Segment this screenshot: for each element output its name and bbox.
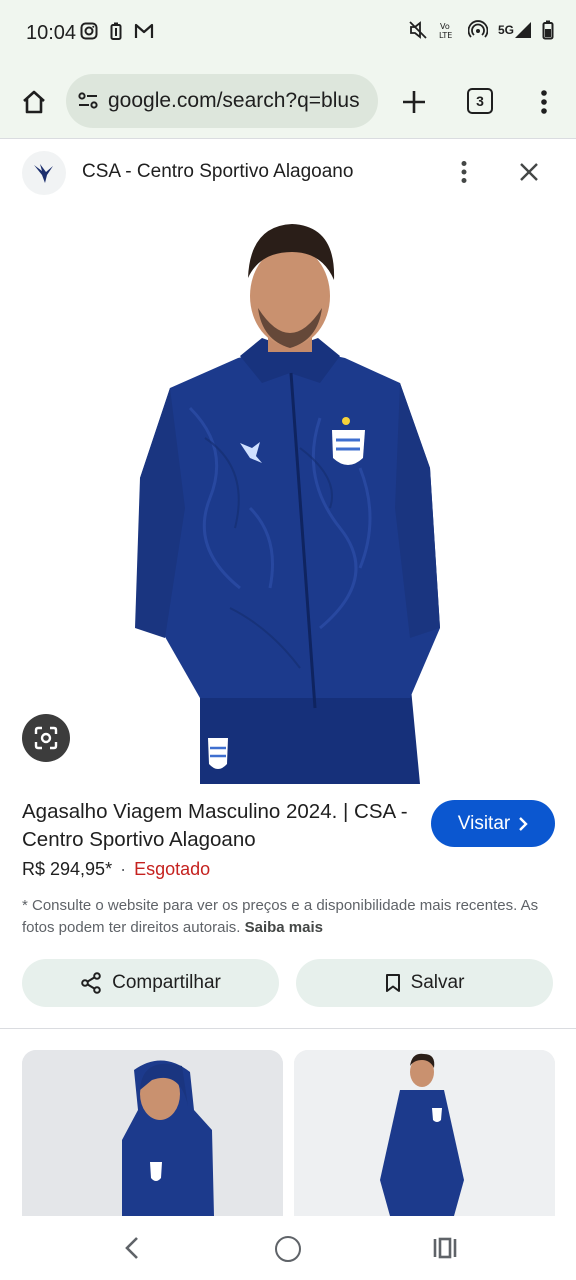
disclaimer: * Consulte o website para ver os preços … <box>22 895 542 939</box>
site-logo <box>22 151 66 195</box>
site-header: CSA - Centro Sportivo Alagoano <box>0 139 576 205</box>
url-text: google.com/search?q=blus <box>108 89 360 112</box>
lens-icon <box>34 726 58 750</box>
signal-icon: 5G <box>498 21 532 39</box>
svg-text:LTE: LTE <box>439 31 452 40</box>
more-vert-icon <box>461 161 467 183</box>
chevron-right-icon <box>519 816 528 831</box>
close-button[interactable] <box>514 157 544 187</box>
system-nav-bar <box>0 1216 576 1280</box>
learn-more-link[interactable]: Saiba mais <box>245 919 323 936</box>
share-button[interactable]: Compartilhar <box>22 959 279 1007</box>
visit-label: Visitar <box>457 812 511 834</box>
price-row: R$ 294,95* · Esgotado <box>22 859 210 880</box>
battery-icon <box>542 20 554 40</box>
browser-menu-button[interactable] <box>532 84 556 120</box>
share-label: Compartilhar <box>112 972 221 993</box>
home-button[interactable] <box>16 84 52 120</box>
site-settings-icon[interactable] <box>76 89 100 113</box>
separator: · <box>120 859 127 879</box>
home-icon <box>23 90 45 114</box>
address-bar[interactable]: google.com/search?q=blus <box>66 74 378 128</box>
tab-count: 3 <box>476 93 484 109</box>
new-tab-button[interactable] <box>396 84 432 120</box>
recents-icon <box>433 1237 457 1259</box>
gmail-icon <box>134 23 154 39</box>
product-image[interactable] <box>0 208 576 784</box>
recents-button[interactable] <box>430 1234 460 1262</box>
tab-switcher-button[interactable]: 3 <box>467 88 493 114</box>
product-title[interactable]: Agasalho Viagem Masculino 2024. | CSA - … <box>22 798 414 854</box>
mute-icon <box>408 21 428 39</box>
plus-icon <box>403 91 425 113</box>
back-icon <box>125 1237 138 1259</box>
svg-text:Vo: Vo <box>440 22 450 31</box>
network-type: 5G <box>497 23 514 37</box>
status-time: 10:04 <box>26 22 77 44</box>
volte-icon: Vo LTE <box>438 20 458 40</box>
hotspot-icon <box>467 20 488 40</box>
visit-button[interactable]: Visitar <box>431 800 555 847</box>
google-lens-button[interactable] <box>22 714 70 762</box>
section-divider <box>0 1028 576 1029</box>
save-label: Salvar <box>410 972 465 993</box>
save-button[interactable]: Salvar <box>296 959 553 1007</box>
close-icon <box>520 163 538 181</box>
product-price: R$ 294,95* <box>22 859 113 879</box>
bird-logo-icon <box>34 164 53 183</box>
more-vert-icon <box>541 90 547 114</box>
home-nav-button[interactable] <box>275 1236 301 1262</box>
back-button[interactable] <box>118 1234 146 1262</box>
related-image[interactable] <box>294 1050 555 1216</box>
site-name[interactable]: CSA - Centro Sportivo Alagoano <box>82 161 353 183</box>
related-image[interactable] <box>22 1050 283 1216</box>
status-bar: 10:04 Vo LTE 5G <box>0 0 576 66</box>
bookmark-icon <box>385 974 400 992</box>
site-options-button[interactable] <box>452 157 476 187</box>
browser-toolbar: google.com/search?q=blus 3 <box>0 66 576 138</box>
share-icon <box>81 972 101 994</box>
instagram-icon <box>80 22 98 40</box>
stock-status: Esgotado <box>134 859 211 879</box>
battery-saver-icon <box>110 22 122 40</box>
